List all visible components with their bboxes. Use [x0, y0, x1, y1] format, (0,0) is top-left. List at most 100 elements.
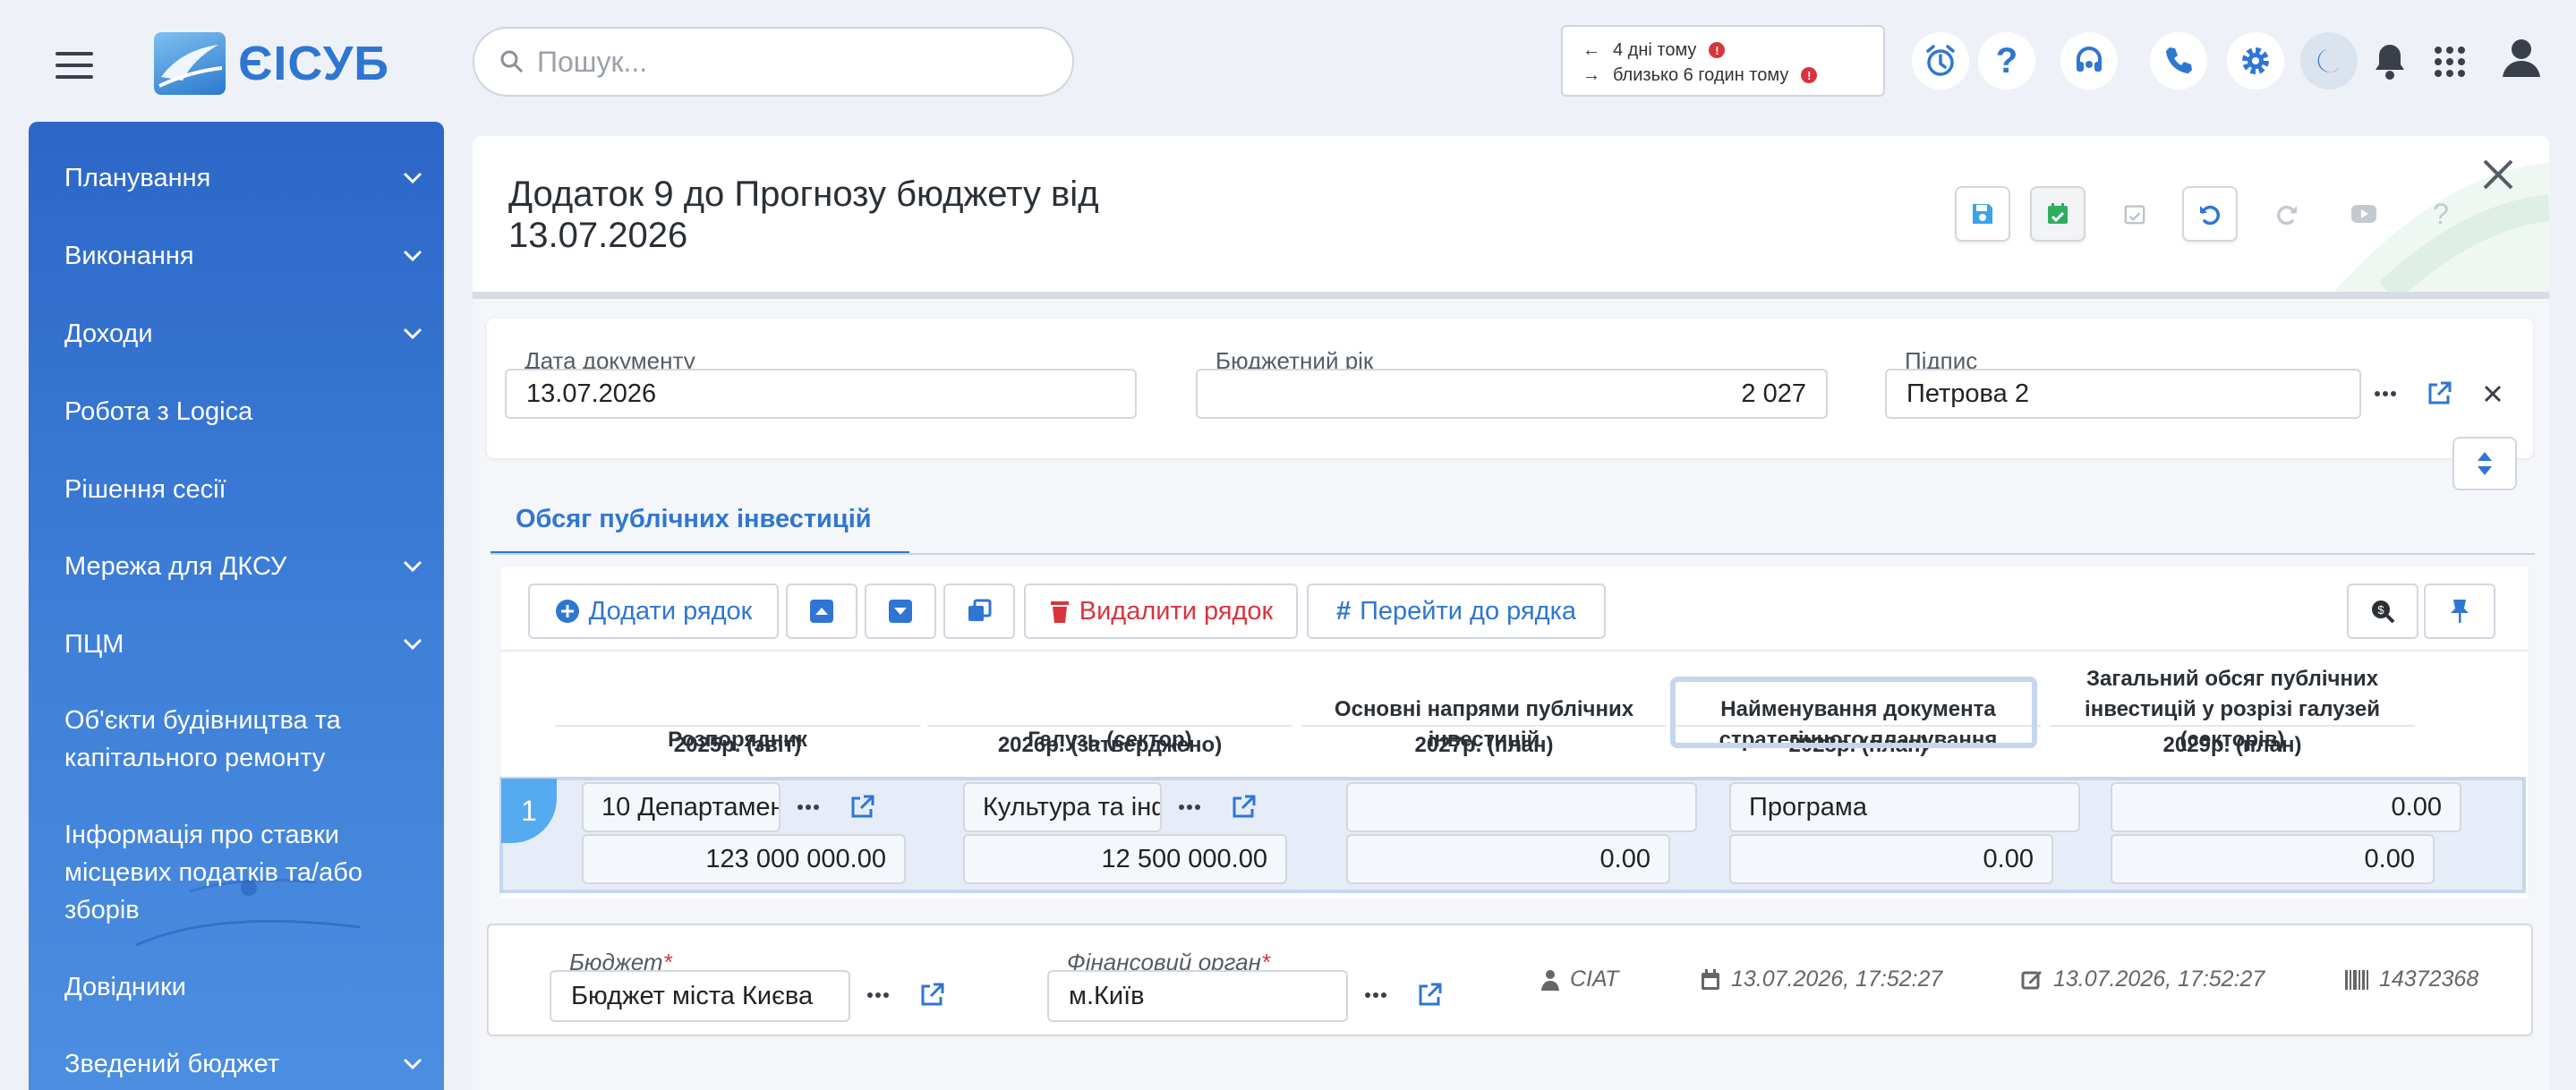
chevron-down-icon: [403, 172, 422, 184]
sidebar-item-label: Довідники: [64, 973, 186, 1001]
history-back-item[interactable]: ← 4 дні тому !: [1582, 38, 1864, 63]
more-dots-icon[interactable]: [782, 782, 834, 832]
hash-icon: #: [1335, 596, 1352, 626]
row-cell-top[interactable]: 10 Департамент: [582, 782, 780, 832]
sidebar-item-label: Виконання: [64, 242, 194, 270]
more-dots-icon[interactable]: [1350, 970, 1402, 1020]
row-cell-top[interactable]: [1346, 782, 1697, 832]
search-icon: [499, 49, 525, 74]
row-cell-top[interactable]: Культура та інфс: [963, 782, 1162, 832]
open-external-icon[interactable]: [1403, 970, 1455, 1020]
sidebar-item[interactable]: Доходи: [64, 315, 422, 353]
sidebar-item[interactable]: Робота з Logica: [64, 393, 422, 430]
move-down-button[interactable]: [865, 583, 936, 639]
row-cell-top[interactable]: 0.00: [2111, 782, 2461, 832]
plus-circle-icon: [555, 600, 579, 623]
header-divider: [555, 725, 920, 727]
logo-mark-icon: [154, 32, 226, 95]
calendar-icon: [1702, 968, 1719, 990]
help-icon: ?: [2433, 197, 2449, 230]
more-dots-icon[interactable]: [852, 970, 904, 1020]
clear-icon[interactable]: [2467, 369, 2519, 419]
tab-public-investments[interactable]: Обсяг публічних інвестицій: [490, 487, 909, 555]
alert-icon: !: [1709, 42, 1726, 58]
row-cell-amount[interactable]: 0.00: [1729, 834, 2053, 884]
apps-grid-icon[interactable]: [2433, 45, 2467, 79]
history-panel: ← 4 дні тому ! → близько 6 годин тому !: [1561, 25, 1885, 97]
save-and-approve-button[interactable]: [2030, 186, 2086, 242]
goto-row-label: Перейти до рядка: [1360, 596, 1577, 626]
calendar-check-icon: [2107, 186, 2162, 242]
sidebar-item[interactable]: Інформація про ставки місцевих податків …: [64, 816, 422, 929]
open-external-icon[interactable]: [836, 782, 888, 832]
open-external-icon[interactable]: [2413, 369, 2465, 419]
year-field[interactable]: 2 027: [1196, 369, 1828, 419]
goto-row-button[interactable]: # Перейти до рядка: [1307, 583, 1606, 639]
row-cell-top[interactable]: Програма: [1729, 782, 2080, 832]
search-input[interactable]: [537, 45, 1020, 79]
sidebar-item-label: Інформація про ставки місцевих податків …: [64, 821, 363, 924]
menu-toggle-icon[interactable]: [55, 52, 93, 79]
history-back-text: 4 дні тому: [1613, 39, 1697, 60]
search-box[interactable]: [473, 27, 1074, 97]
budget-field[interactable]: Бюджет міста Києва: [550, 970, 850, 1022]
fin-field[interactable]: м.Київ: [1047, 970, 1348, 1022]
sidebar: Планування Виконання Доходи Робота з Logica…: [29, 122, 444, 1090]
more-dots-icon[interactable]: [1164, 782, 1215, 832]
sidebar-item[interactable]: Планування: [64, 159, 422, 197]
history-forward-item[interactable]: → близько 6 годин тому !: [1582, 63, 1864, 88]
close-icon[interactable]: [2478, 154, 2519, 195]
sidebar-item[interactable]: ПЦМ: [64, 626, 422, 663]
row-cell-amount[interactable]: 0.00: [2111, 834, 2435, 884]
save-button[interactable]: [1955, 186, 2010, 242]
sidebar-item[interactable]: Зведений бюджет: [64, 1045, 422, 1083]
sidebar-item[interactable]: Довідники: [64, 968, 422, 1006]
sidebar-item[interactable]: Рішення сесії: [64, 471, 422, 508]
open-external-icon[interactable]: [1217, 782, 1269, 832]
help-icon[interactable]: ?: [1978, 32, 2035, 89]
pin-button[interactable]: [2424, 583, 2495, 639]
gear-icon[interactable]: [2227, 32, 2284, 89]
add-row-button[interactable]: Додати рядок: [528, 583, 779, 639]
sidebar-item[interactable]: Об'єкти будівництва та капітального ремо…: [64, 702, 422, 777]
phone-icon[interactable]: [2150, 32, 2207, 89]
support-headset-icon[interactable]: [2060, 32, 2118, 89]
dark-mode-moon-icon[interactable]: [2300, 32, 2358, 89]
sidebar-item-label: Робота з Logica: [64, 397, 253, 426]
id-meta: 14372368: [2345, 967, 2478, 992]
undo-button[interactable]: [2182, 186, 2238, 242]
expand-collapse-button[interactable]: [2452, 437, 2517, 490]
column-header-year: 2027р. (план): [1414, 733, 1554, 757]
header-divider: [927, 725, 1292, 727]
sidebar-item-label: ПЦМ: [64, 630, 124, 659]
delete-row-label: Видалити рядок: [1079, 596, 1274, 626]
sidebar-item[interactable]: Мережа для ДКСУ: [64, 548, 422, 585]
arrow-left-icon: ←: [1582, 39, 1600, 60]
row-cell-amount[interactable]: 0.00: [1346, 834, 1670, 884]
open-external-icon[interactable]: [906, 970, 958, 1020]
column-header-year: 2026р. (затверджено): [997, 733, 1223, 757]
sign-field[interactable]: Петрова 2: [1885, 369, 2361, 419]
id-text: 14372368: [2379, 967, 2479, 992]
user-avatar-icon[interactable]: [2499, 36, 2544, 81]
trash-icon: [1050, 601, 1069, 623]
date-field[interactable]: 13.07.2026: [505, 369, 1137, 419]
bell-icon[interactable]: [2372, 41, 2408, 81]
row-cell-amount[interactable]: 123 000 000.00: [582, 834, 906, 884]
alarm-clock-icon[interactable]: [1912, 32, 1969, 89]
row-cell-amount[interactable]: 12 500 000.00: [963, 834, 1287, 884]
sidebar-item[interactable]: Виконання: [64, 237, 422, 275]
delete-row-button[interactable]: Видалити рядок: [1024, 583, 1298, 639]
app-logo[interactable]: ЄІСУБ: [154, 32, 389, 95]
search-money-button[interactable]: $: [2347, 583, 2418, 639]
move-up-button[interactable]: [786, 583, 857, 639]
edit-icon: [2021, 970, 2042, 989]
more-dots-icon[interactable]: [2359, 369, 2411, 419]
copy-row-button[interactable]: [943, 583, 1015, 639]
modified-text: 13.07.2026, 17:52:27: [2053, 967, 2265, 992]
sidebar-item-label: Планування: [64, 164, 211, 192]
modified-meta: 13.07.2026, 17:52:27: [2021, 967, 2265, 992]
column-highlight: [1670, 677, 2037, 748]
created-text: 13.07.2026, 17:52:27: [1731, 967, 1943, 992]
arrow-right-icon: →: [1582, 64, 1600, 85]
